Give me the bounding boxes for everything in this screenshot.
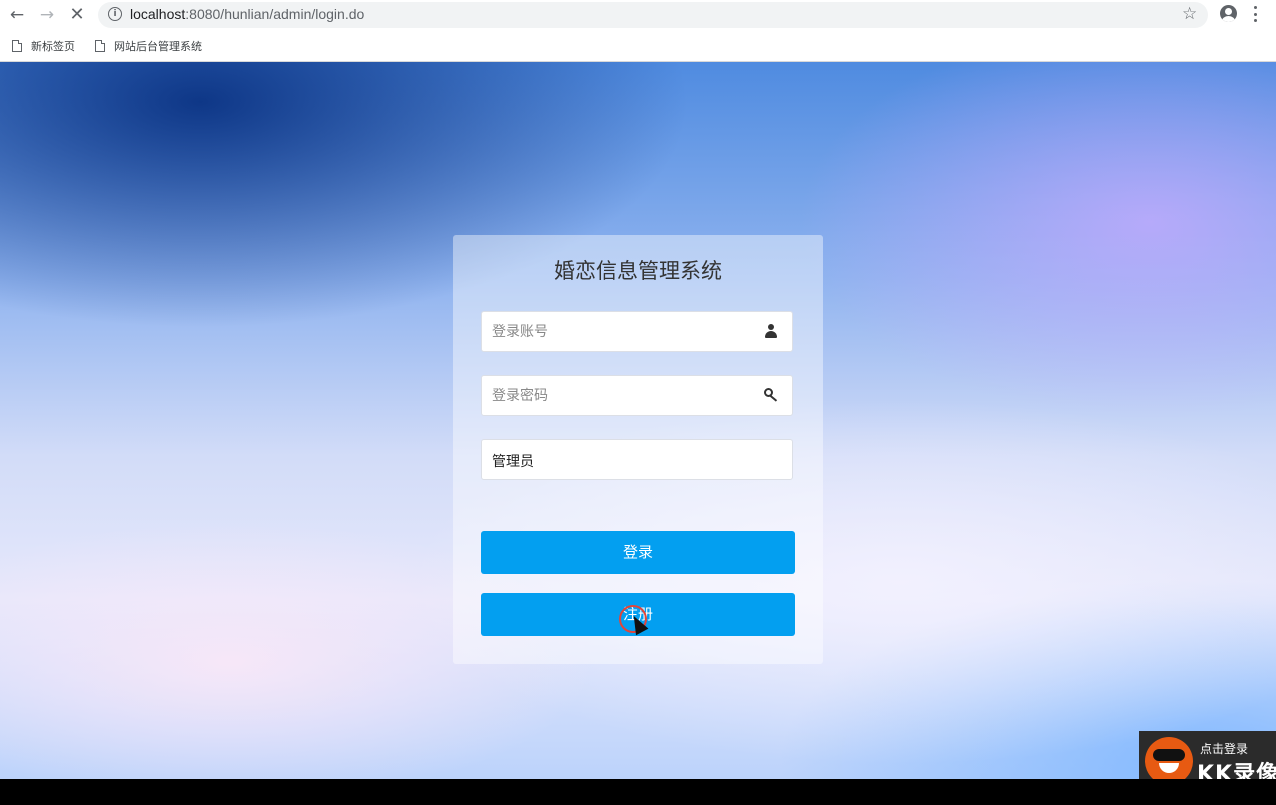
- page-viewport: 婚恋信息管理系统 管理员 登录 注册: [0, 62, 1276, 779]
- login-panel: 婚恋信息管理系统 管理员 登录 注册: [453, 235, 823, 664]
- forward-arrow-icon[interactable]: →: [36, 4, 58, 26]
- account-input[interactable]: [482, 312, 762, 351]
- page-icon: [95, 40, 105, 52]
- recorder-hint[interactable]: 点击登录: [1200, 740, 1248, 757]
- address-bar[interactable]: i localhost:8080/hunlian/admin/login.do: [98, 2, 1208, 28]
- bookmark-admin-system[interactable]: 网站后台管理系统: [95, 38, 202, 54]
- back-arrow-icon[interactable]: ←: [6, 4, 28, 26]
- bookmark-new-tab[interactable]: 新标签页: [12, 38, 75, 54]
- browser-chrome: ← → ✕ i localhost:8080/hunlian/admin/log…: [0, 0, 1276, 62]
- password-field[interactable]: [481, 375, 793, 416]
- url-host: localhost: [130, 6, 186, 22]
- account-field[interactable]: [481, 311, 793, 352]
- stop-loading-icon[interactable]: ✕: [66, 4, 88, 26]
- role-select-value: 管理员: [492, 454, 534, 470]
- menu-dots-icon[interactable]: [1253, 6, 1257, 22]
- recorder-logo-icon: [1145, 737, 1193, 779]
- account-icon[interactable]: [1220, 5, 1237, 22]
- role-select[interactable]: 管理员: [481, 439, 793, 480]
- login-button[interactable]: 登录: [481, 531, 795, 574]
- bottom-bar: [0, 779, 1276, 805]
- bookmark-label: 新标签页: [31, 40, 75, 53]
- page-icon: [12, 40, 22, 52]
- key-icon: [764, 388, 778, 402]
- bookmark-label: 网站后台管理系统: [114, 40, 202, 53]
- recorder-overlay[interactable]: 点击登录 KK录像: [1139, 731, 1276, 779]
- password-input[interactable]: [482, 376, 762, 415]
- bookmark-star-icon[interactable]: ☆: [1182, 4, 1197, 24]
- recorder-brand: KK录像: [1197, 762, 1276, 779]
- address-url[interactable]: localhost:8080/hunlian/admin/login.do: [130, 6, 364, 22]
- login-title: 婚恋信息管理系统: [554, 259, 722, 283]
- site-info-icon[interactable]: i: [108, 7, 122, 21]
- user-icon: [764, 324, 778, 338]
- url-path: :8080/hunlian/admin/login.do: [185, 6, 365, 22]
